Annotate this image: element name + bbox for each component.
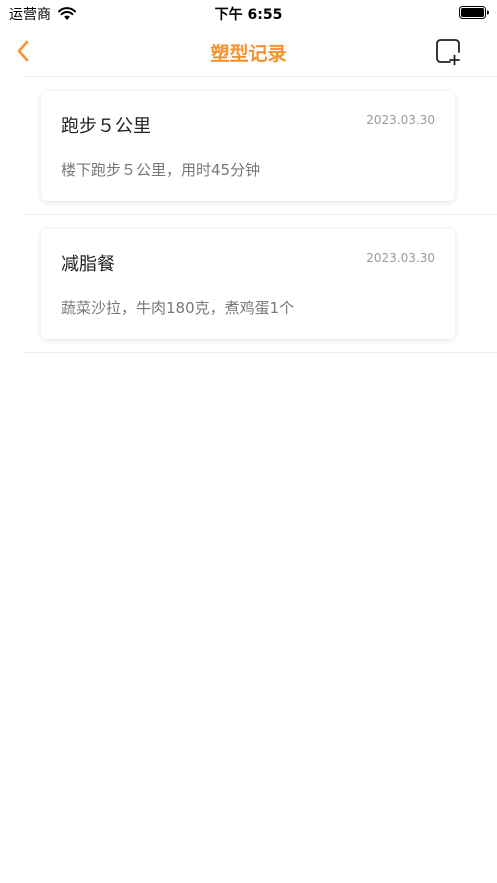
- record-description: 楼下跑步５公里，用时45分钟: [61, 161, 261, 179]
- status-bar: 运营商 下午 6:55: [0, 0, 497, 26]
- record-title: 减脂餐: [61, 254, 115, 275]
- list-item: 跑步５公里 2023.03.30 楼下跑步５公里，用时45分钟: [0, 77, 497, 215]
- page-title: 塑型记录: [210, 43, 287, 65]
- row-divider: [24, 352, 497, 353]
- record-title: 跑步５公里: [61, 116, 151, 137]
- record-description: 蔬菜沙拉，牛肉180克，煮鸡蛋1个: [61, 299, 295, 317]
- battery-icon: [459, 6, 489, 19]
- record-card[interactable]: 减脂餐 2023.03.30 蔬菜沙拉，牛肉180克，煮鸡蛋1个: [41, 229, 455, 339]
- record-card[interactable]: 跑步５公里 2023.03.30 楼下跑步５公里，用时45分钟: [41, 91, 455, 201]
- square-plus-icon[interactable]: [434, 37, 464, 67]
- status-time: 下午 6:55: [214, 7, 283, 23]
- record-date: 2023.03.30: [366, 113, 435, 127]
- record-list: 跑步５公里 2023.03.30 楼下跑步５公里，用时45分钟 减脂餐 2023…: [0, 77, 497, 353]
- list-item: 减脂餐 2023.03.30 蔬菜沙拉，牛肉180克，煮鸡蛋1个: [0, 215, 497, 353]
- record-date: 2023.03.30: [366, 251, 435, 265]
- nav-bar: 塑型记录: [0, 26, 497, 76]
- screen: 运营商 下午 6:55 塑型记录 跑步５公里 2023.03.30 楼下跑步５公…: [0, 0, 497, 883]
